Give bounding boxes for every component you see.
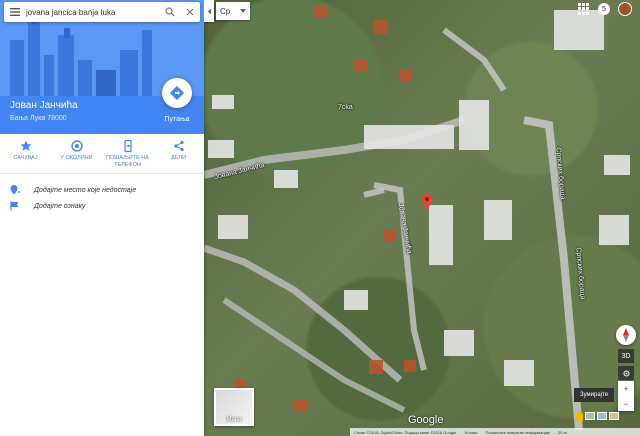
share-icon	[173, 140, 184, 152]
search-icon	[165, 7, 175, 17]
action-bar: САЧУВАЈ У ОКОЛИНИ ПОШАЉИТЕ НА ТЕЛЕФОН ДЕ…	[0, 136, 204, 174]
bottom-controls	[576, 412, 619, 422]
map-layer-toggle[interactable]: Мапа	[214, 388, 254, 426]
zoom-control: + −	[618, 381, 634, 411]
maps-app: Јована Јанчића Јована Јанчића Српских бо…	[0, 0, 640, 436]
place-address: Бања Лука 78000	[10, 115, 67, 122]
search-button[interactable]	[160, 2, 180, 22]
save-button[interactable]: САЧУВАЈ	[0, 136, 51, 173]
menu-button[interactable]	[4, 2, 26, 22]
place-title: Јован Јанчића	[10, 100, 78, 111]
add-missing-place-item[interactable]: Додајте место које недостаје	[0, 182, 204, 198]
add-place-icon	[10, 185, 20, 195]
imagery-tile[interactable]	[585, 412, 595, 420]
share-button[interactable]: ДЕЛИ	[153, 136, 204, 173]
save-label: САЧУВАЈ	[13, 155, 38, 161]
imagery-tile[interactable]	[609, 412, 619, 420]
chevron-left-icon	[207, 8, 211, 14]
nearby-label: У ОКОЛИНИ	[60, 155, 93, 161]
zoom-out-button[interactable]: −	[618, 396, 634, 411]
scale-bar: 20 m	[558, 429, 567, 435]
satellite-map[interactable]: Јована Јанчића Јована Јанчића Српских бо…	[204, 0, 640, 436]
hamburger-menu-icon	[10, 8, 20, 16]
share-label: ДЕЛИ	[171, 155, 186, 161]
place-panel: Јован Јанчића Бања Лука 78000 Путања САЧ…	[0, 0, 204, 436]
map-attribution: Слике ©2018, DigitalGlobe, Подаци мапе ©…	[350, 428, 640, 436]
attribution-text: Слике ©2018, DigitalGlobe, Подаци мапе ©…	[354, 429, 457, 435]
compass-button[interactable]	[616, 325, 636, 345]
flag-icon	[10, 201, 19, 211]
poi-label[interactable]: 7cka	[338, 104, 353, 111]
zoom-out-to-view-button[interactable]: Зумирајте	[574, 388, 614, 402]
imagery-tile[interactable]	[597, 412, 607, 420]
add-label-item[interactable]: Додајте ознаку	[0, 198, 204, 214]
location-pin-icon[interactable]	[422, 194, 432, 215]
compass-icon	[623, 328, 629, 342]
clear-search-button[interactable]	[180, 2, 200, 22]
chevron-down-icon	[240, 9, 246, 13]
send-to-phone-button[interactable]: ПОШАЉИТЕ НА ТЕЛЕФОН	[102, 136, 153, 173]
place-options-list: Додајте место које недостаје Додајте озн…	[0, 182, 204, 214]
language-value: Ср	[220, 6, 231, 16]
notifications-badge[interactable]: 5	[598, 3, 610, 15]
apps-grid-icon[interactable]	[578, 3, 590, 15]
add-label-label: Додајте ознаку	[34, 202, 86, 210]
send-to-phone-label: ПОШАЉИТЕ НА ТЕЛЕФОН	[106, 155, 149, 168]
google-logo: Google	[408, 414, 444, 426]
pegman-icon[interactable]	[576, 412, 583, 422]
language-select[interactable]: Ср	[216, 2, 250, 20]
star-icon	[20, 140, 31, 151]
send-to-phone-icon	[123, 140, 132, 152]
close-icon	[186, 8, 194, 16]
add-missing-place-label: Додајте место које недостаје	[34, 186, 137, 194]
map-layer-label: Мапа	[226, 417, 242, 423]
nearby-icon	[70, 140, 83, 152]
my-location-button[interactable]	[618, 366, 634, 380]
tilt-3d-button[interactable]: 3D	[618, 349, 634, 363]
directions-button[interactable]	[162, 78, 192, 108]
terms-link[interactable]: Услови	[464, 430, 477, 435]
directions-icon	[170, 86, 184, 100]
nearby-button[interactable]: У ОКОЛИНИ	[51, 136, 102, 173]
account-toolbar: 5	[578, 2, 632, 16]
search-input[interactable]: jovana jancica banja luka	[26, 8, 160, 17]
collapse-panel-button[interactable]	[204, 0, 214, 22]
my-location-icon	[623, 370, 629, 376]
search-box[interactable]: jovana jancica banja luka	[4, 2, 200, 22]
directions-label[interactable]: Путања	[160, 116, 194, 123]
map-roads	[204, 5, 630, 431]
zoom-in-button[interactable]: +	[618, 381, 634, 396]
feedback-link[interactable]: Пошаљите повратне информације	[485, 430, 550, 435]
avatar[interactable]	[618, 2, 632, 16]
